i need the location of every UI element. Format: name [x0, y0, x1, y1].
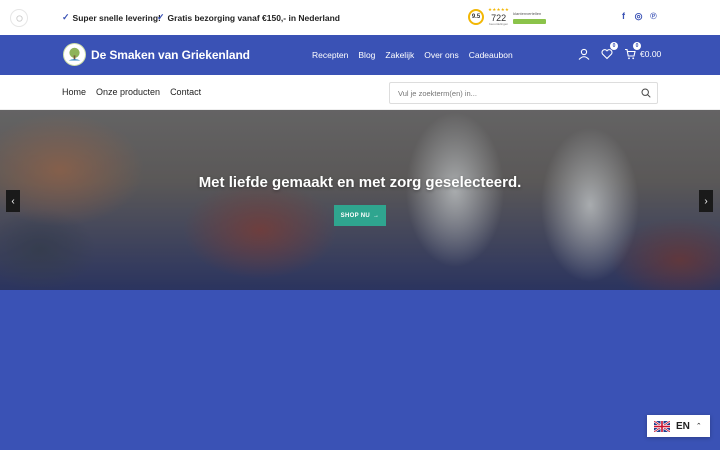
wishlist-count: 0	[610, 42, 618, 50]
logo-text: De Smaken van Griekenland	[91, 47, 250, 62]
usp-fast-delivery: ✓ Super snelle levering!	[62, 12, 161, 23]
arrow-right-icon: →	[373, 212, 380, 219]
nav-cadeaubon[interactable]: Cadeaubon	[469, 50, 513, 60]
reviews-label: beoordelingen	[489, 21, 509, 26]
language-code: EN	[676, 420, 690, 432]
olive-tree-icon	[63, 43, 86, 66]
search-box	[389, 82, 658, 104]
cart-button[interactable]: 0 €0.00	[623, 42, 662, 60]
review-brand: klantenvertellen	[513, 10, 542, 16]
hero-overlay	[0, 110, 720, 290]
shop-now-button[interactable]: SHOP NU →	[334, 205, 386, 226]
nav-contact[interactable]: Contact	[170, 87, 201, 97]
social-links: f ◎ ℗	[619, 11, 658, 22]
nav-blog[interactable]: Blog	[358, 50, 375, 60]
account-icon[interactable]	[577, 47, 590, 60]
nav-over-ons[interactable]: Over ons	[424, 50, 459, 60]
cart-icon: 0	[623, 42, 641, 60]
review-badge	[513, 18, 547, 24]
slider-next-button[interactable]: ›	[699, 190, 713, 212]
main-header: De Smaken van Griekenland Recepten Blog …	[0, 35, 720, 75]
check-icon: ✓	[157, 12, 165, 22]
chevron-left-icon: ‹	[11, 195, 15, 207]
facebook-icon[interactable]: f	[619, 11, 628, 22]
nav-onze-producten[interactable]: Onze producten	[96, 87, 160, 97]
shop-now-label: SHOP NU	[340, 212, 371, 219]
search-input[interactable]	[390, 83, 635, 103]
cart-count: 0	[633, 42, 641, 50]
nav-home[interactable]: Home	[62, 87, 86, 97]
check-icon: ✓	[62, 12, 70, 22]
secondary-nav: Home Onze producten Contact	[62, 87, 201, 97]
hero-slider: ‹ › Met liefde gemaakt en met zorg gesel…	[0, 110, 720, 290]
top-bar: ✓ Super snelle levering! ✓ Gratis bezorg…	[0, 0, 720, 35]
wishlist-icon[interactable]: 0	[600, 42, 618, 60]
uk-flag-icon	[654, 420, 670, 432]
language-switcher[interactable]: EN ⌃	[647, 415, 710, 437]
pinterest-icon[interactable]: ℗	[649, 11, 658, 22]
cart-total: €0.00	[640, 48, 662, 59]
chevron-right-icon: ›	[704, 195, 708, 207]
slider-prev-button[interactable]: ‹	[6, 190, 20, 212]
circle-icon[interactable]	[10, 9, 28, 27]
rating-score: 9.5	[468, 9, 484, 25]
instagram-icon[interactable]: ◎	[634, 11, 643, 22]
chevron-up-icon: ⌃	[695, 423, 702, 430]
secondary-nav-row: Home Onze producten Contact	[0, 75, 720, 110]
primary-nav: Recepten Blog Zakelijk Over ons Cadeaubo…	[312, 50, 513, 60]
usp-free-shipping: ✓ Gratis bezorging vanaf €150,- in Neder…	[157, 12, 340, 23]
content-band	[0, 290, 720, 450]
header-actions: 0 0 €0.00	[577, 42, 662, 60]
review-widget[interactable]: 9.5 ★★★★★ 722 beoordelingen klantenverte…	[468, 7, 550, 27]
site-logo[interactable]: De Smaken van Griekenland	[63, 43, 250, 66]
nav-zakelijk[interactable]: Zakelijk	[385, 50, 414, 60]
hero-headline: Met liefde gemaakt en met zorg geselecte…	[198, 174, 522, 191]
search-icon[interactable]	[635, 83, 657, 103]
nav-recepten[interactable]: Recepten	[312, 50, 348, 60]
nav-onze-producten-label: Onze producten	[96, 87, 161, 97]
